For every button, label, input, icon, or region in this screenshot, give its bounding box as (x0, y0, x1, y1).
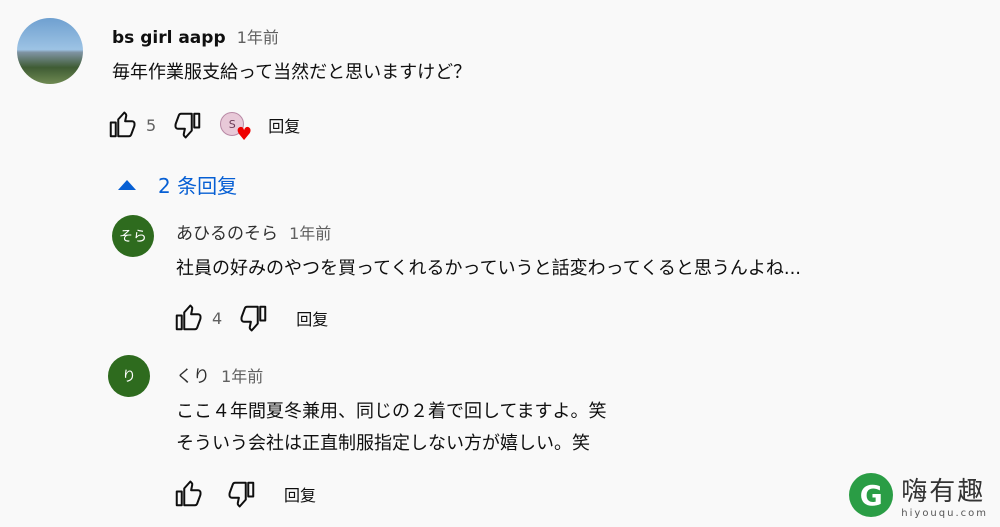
thumb-up-icon (175, 480, 202, 507)
dislike-button[interactable] (236, 300, 272, 336)
like-count: 5 (146, 115, 157, 135)
reply-text: 社員の好みのやつを買ってくれるかっていうと話変わってくると思うんよね... (176, 258, 802, 279)
reply-button[interactable]: 回复 (268, 113, 300, 137)
dislike-button[interactable] (224, 476, 260, 512)
comment-author[interactable]: bs girl aapp (112, 28, 226, 48)
thumb-up-icon (175, 304, 202, 331)
reply-actions: 回复 (170, 476, 316, 512)
like-button[interactable] (170, 476, 206, 512)
avatar[interactable]: そら (112, 215, 154, 257)
replies-toggle-label: 2 条回复 (158, 174, 238, 198)
reply-text-line-2: そういう会社は正直制服指定しない方が嬉しい。笑 (176, 433, 590, 454)
reply-author[interactable]: くり (176, 367, 210, 387)
watermark-name: 嗨有趣 (901, 477, 986, 507)
creator-heart: S ♥ (220, 112, 252, 144)
watermark-logo-letter: G (859, 478, 883, 512)
watermark-logo: G (849, 473, 894, 517)
thumb-down-icon (228, 481, 255, 508)
avatar-letter: り (122, 369, 136, 385)
watermark-text: 嗨有趣 hiyouqu.com (901, 471, 988, 519)
comment-text: 毎年作業服支給って当然だと思いますけど？ (112, 62, 472, 83)
avatar[interactable]: り (108, 355, 150, 397)
thumb-down-icon (240, 305, 267, 332)
reply-header: あひるのそら 1年前 (176, 219, 331, 244)
replies-toggle[interactable]: 2 条回复 (118, 170, 237, 199)
triangle-up-icon (118, 179, 136, 190)
thumb-up-icon (109, 111, 136, 138)
reply-author[interactable]: あひるのそら (176, 224, 278, 244)
dislike-button[interactable] (170, 107, 206, 143)
comment-actions: 5 S ♥ 回复 (104, 107, 300, 144)
thumb-down-icon (174, 112, 201, 139)
reply-time[interactable]: 1年前 (221, 367, 263, 386)
reply-button[interactable]: 回复 (284, 482, 316, 506)
like-button[interactable] (170, 300, 206, 336)
reply-actions: 4 回复 (170, 300, 328, 336)
watermark-url: hiyouqu.com (901, 508, 988, 519)
avatar[interactable] (17, 18, 83, 84)
like-count: 4 (212, 308, 223, 328)
heart-icon: ♥ (236, 124, 253, 145)
reply-header: くり 1年前 (176, 362, 263, 387)
reply-button[interactable]: 回复 (296, 306, 328, 330)
reply-time[interactable]: 1年前 (289, 224, 331, 243)
comment-header: bs girl aapp 1年前 (112, 24, 279, 48)
reply-text-line-1: ここ４年間夏冬兼用、同じの２着で回してますよ。笑 (176, 401, 607, 422)
watermark: G 嗨有趣 hiyouqu.com (849, 471, 988, 519)
like-button[interactable] (104, 107, 140, 143)
avatar-letter: そら (119, 229, 147, 245)
comment-time[interactable]: 1年前 (237, 28, 279, 47)
